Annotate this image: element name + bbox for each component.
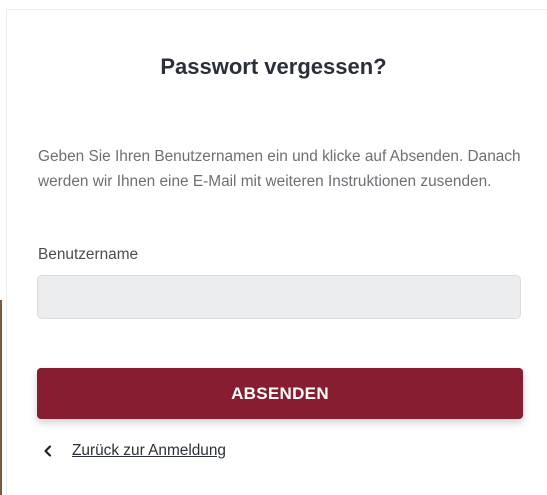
card-left-edge bbox=[6, 10, 7, 495]
back-to-login-link[interactable]: Zurück zur Anmeldung bbox=[72, 442, 226, 460]
page-title: Passwort vergessen? bbox=[160, 54, 387, 79]
instructions-text: Geben Sie Ihren Benutzernamen ein und kl… bbox=[38, 148, 521, 190]
forgot-password-page: Passwort vergessen? Geben Sie Ihren Benu… bbox=[0, 0, 547, 495]
back-to-login[interactable]: Zurück zur Anmeldung bbox=[40, 440, 226, 462]
chevron-left-icon bbox=[40, 443, 56, 459]
background-edge bbox=[0, 300, 2, 495]
card-top-edge bbox=[6, 0, 547, 10]
submit-button[interactable]: ABSENDEN bbox=[37, 368, 523, 419]
username-label: Benutzername bbox=[38, 246, 139, 263]
username-input[interactable] bbox=[37, 275, 521, 319]
